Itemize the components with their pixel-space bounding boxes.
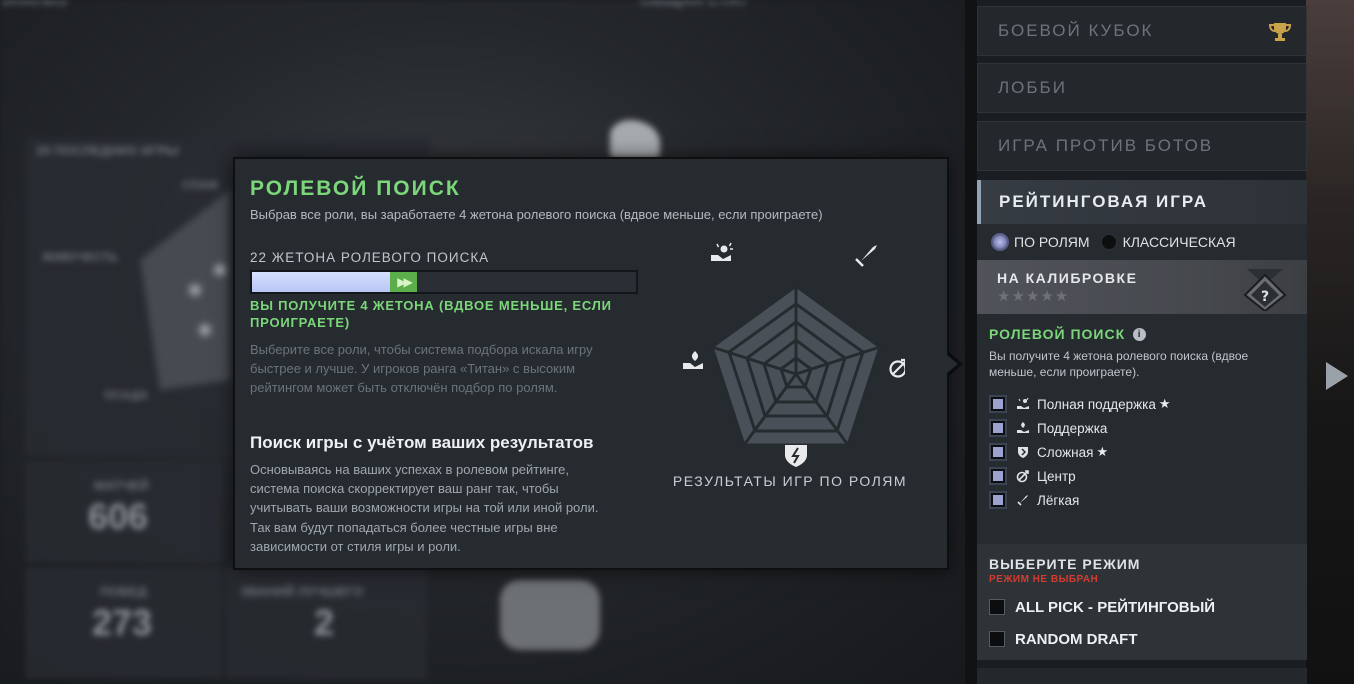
bg-side-label-2: ЖИВУЧЕСТЬ (42, 250, 118, 264)
role-label: Поддержка (1037, 420, 1108, 436)
mode-section: ВЫБЕРИТЕ РЕЖИМ РЕЖИМ НЕ ВЫБРАН ALL PICK … (977, 544, 1307, 660)
mode-checkbox[interactable] (989, 631, 1005, 647)
radio-classic-label: КЛАССИЧЕСКАЯ (1122, 234, 1236, 250)
role-search-title-text: РОЛЕВОЙ ПОИСК (989, 326, 1126, 342)
support-icon (1015, 420, 1031, 436)
bots-button[interactable]: ИГРА ПРОТИВ БОТОВ (977, 121, 1307, 171)
preferred-star-icon: ★ (1096, 444, 1109, 459)
bg-wins-value: 273 (92, 602, 153, 643)
info-icon[interactable]: i (1133, 327, 1147, 341)
bg-top-label-left: ЭНАЛИЗ (0, 0, 68, 9)
mode-label: ALL PICK - РЕЙТИНГОВЫЙ (1015, 598, 1216, 616)
ranked-header[interactable]: РЕЙТИНГОВАЯ ИГРА (977, 180, 1307, 224)
next-arrow-icon[interactable] (1326, 362, 1348, 390)
radar-offlane-icon (785, 445, 807, 467)
battle-cup-button[interactable]: БОЕВОЙ КУБОК (977, 6, 1307, 56)
role-offlane[interactable]: Сложная ★ (989, 440, 1295, 464)
radio-roles[interactable] (991, 233, 1009, 251)
svg-text:?: ? (1261, 289, 1269, 305)
radar-support-icon (683, 351, 703, 369)
role-list: Полная поддержка ★ Поддержка Сложная ★ Ц… (989, 392, 1295, 512)
section-heading: Поиск игры с учётом ваших результатов (250, 433, 594, 452)
safelane-icon (1015, 492, 1031, 508)
radio-roles-label: ПО РОЛЯМ (1014, 234, 1090, 250)
battle-cup-label: БОЕВОЙ КУБОК (998, 21, 1154, 40)
mode-all-pick[interactable]: ALL PICK - РЕЙТИНГОВЫЙ (989, 593, 1295, 621)
gain-text: ВЫ ПОЛУЧИТЕ 4 ЖЕТОНА (ВДВОЕ МЕНЬШЕ, ЕСЛИ… (250, 298, 612, 330)
token-gain-fill: ▶▶ (390, 272, 417, 292)
role-search-desc: Вы получите 4 жетона ролевого поиска (вд… (989, 349, 1249, 379)
mode-warning: РЕЖИМ НЕ ВЫБРАН (989, 574, 1099, 585)
ranked-label: РЕЙТИНГОВАЯ ИГРА (999, 192, 1209, 211)
radar-mid-icon (889, 358, 905, 378)
play-panel: БОЕВОЙ КУБОК ЛОББИ ИГРА ПРОТИВ БОТОВ РЕЙ… (977, 0, 1307, 684)
panel-bottom-strip (977, 668, 1307, 684)
token-progress-fill (252, 272, 390, 292)
token-progress-bar: ▶▶ (250, 270, 638, 294)
tooltip-title: РОЛЕВОЙ ПОИСК (250, 177, 461, 200)
trophy-icon (1268, 23, 1292, 41)
role-safelane[interactable]: Лёгкая (989, 488, 1295, 512)
calibration-medal-icon: ? (1243, 269, 1287, 311)
role-checkbox[interactable] (989, 395, 1007, 413)
mode-title: ВЫБЕРИТЕ РЕЖИМ (989, 556, 1141, 572)
role-checkbox[interactable] (989, 491, 1007, 509)
role-label: Полная поддержка (1037, 396, 1156, 412)
mode-random-draft[interactable]: RANDOM DRAFT (989, 625, 1295, 653)
hint-text: Выберите все роли, чтобы система подбора… (250, 342, 593, 395)
offlane-icon (1015, 444, 1031, 460)
bg-wins-label: ПОБЕД (100, 584, 147, 599)
radar-caption: РЕЗУЛЬТАТЫ ИГР ПО РОЛЯМ (672, 473, 908, 489)
bg-last-games: 20 ПОСЛЕДНИХ ИГРЫ (36, 143, 179, 158)
bg-hero-figure (500, 580, 600, 650)
ranked-section: РЕЙТИНГОВАЯ ИГРА ПО РОЛЯМ КЛАССИЧЕСКАЯ Н… (977, 180, 1307, 544)
bg-matches-label: МАТЧЕЙ (94, 478, 149, 493)
role-checkbox[interactable] (989, 467, 1007, 485)
bots-label: ИГРА ПРОТИВ БОТОВ (998, 136, 1214, 155)
role-hard-support[interactable]: Полная поддержка ★ (989, 392, 1295, 416)
role-radar-chart (683, 242, 905, 467)
role-checkbox[interactable] (989, 443, 1007, 461)
mid-icon (1015, 468, 1031, 484)
tooltip-subtitle: Выбрав все роли, вы заработаете 4 жетона… (250, 207, 823, 222)
radar-safelane-icon (855, 245, 877, 267)
panel-separator (965, 0, 977, 684)
bg-best-label: ЗВАНИЙ ЛУЧШЕГО (240, 584, 364, 599)
mode-checkbox[interactable] (989, 599, 1005, 615)
bg-top-label-center: ОБЩАЯ СТАТ (640, 0, 749, 9)
role-search-tooltip: РОЛЕВОЙ ПОИСК Выбрав все роли, вы зарабо… (233, 157, 949, 570)
lobby-label: ЛОББИ (998, 78, 1067, 97)
role-search-title: РОЛЕВОЙ ПОИСК i (989, 326, 1295, 342)
mode-label: RANDOM DRAFT (1015, 630, 1138, 648)
bg-radar-shape (140, 190, 230, 390)
role-support[interactable]: Поддержка (989, 416, 1295, 440)
radar-hard-support-icon (711, 242, 733, 261)
bg-hero-figure-top (610, 120, 660, 158)
role-label: Центр (1037, 468, 1076, 484)
tokens-label: 22 ЖЕТОНА РОЛЕВОГО ПОИСКА (250, 250, 490, 265)
hero-art-edge (1306, 0, 1354, 684)
role-checkbox[interactable] (989, 419, 1007, 437)
bg-best-value: 2 (314, 602, 335, 643)
role-label: Лёгкая (1037, 492, 1080, 508)
matchmaking-type: ПО РОЛЯМ КЛАССИЧЕСКАЯ (977, 224, 1307, 260)
calibration-banner: НА КАЛИБРОВКЕ ★★★★★ ? (977, 260, 1307, 314)
role-search-section: РОЛЕВОЙ ПОИСК i Вы получите 4 жетона рол… (977, 314, 1307, 512)
hard-support-icon (1015, 396, 1031, 412)
lobby-button[interactable]: ЛОББИ (977, 63, 1307, 113)
role-label: Сложная (1037, 444, 1094, 460)
tooltip-pointer-inner (947, 355, 958, 373)
section-body: Основываясь на ваших успехах в ролевом р… (250, 462, 599, 554)
preferred-star-icon: ★ (1158, 396, 1171, 411)
radio-classic[interactable] (1099, 233, 1118, 251)
bg-matches-value: 606 (88, 496, 149, 537)
role-mid[interactable]: Центр (989, 464, 1295, 488)
